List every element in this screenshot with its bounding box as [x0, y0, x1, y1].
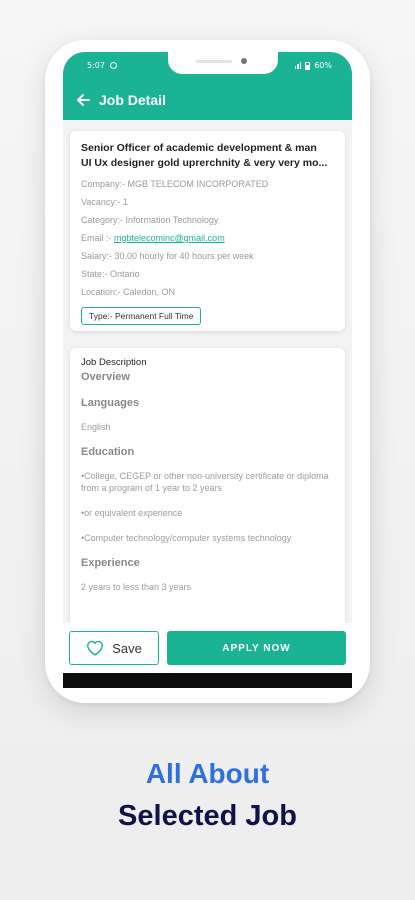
location: Location:- Caledon, ON [81, 287, 176, 297]
job-description-card[interactable]: Job Description Overview Languages Engli… [70, 348, 345, 638]
status-bar: 5:07 60% [63, 52, 352, 80]
company: Company:- MGB TELECOM INCORPORATED [81, 179, 269, 189]
experience-heading: Experience [81, 557, 140, 569]
education-heading: Education [81, 446, 135, 458]
education-item: •or equivalent experience [81, 508, 183, 518]
languages-heading: Languages [81, 397, 140, 409]
caption-line2: Selected Job [118, 800, 297, 832]
education-item: •College, CEGEP or other non-university … [81, 471, 329, 493]
back-button[interactable] [63, 80, 103, 120]
save-button[interactable]: Save [69, 631, 159, 665]
salary: Salary:- 30.00 hourly for 40 hours per w… [81, 251, 254, 261]
heart-icon [87, 640, 104, 656]
job-title-line2: UI Ux designer gold uprerchnity & very v… [81, 157, 328, 169]
state: State:- Ontario [81, 269, 140, 279]
job-title-line1: Senior Officer of academic development &… [81, 142, 317, 154]
category: Category:- Information Technology [81, 215, 219, 225]
job-type-badge: Type:- Permanent Full Time [81, 307, 202, 325]
notification-icon [109, 62, 117, 69]
battery-level: 60% [314, 61, 332, 70]
email-label: Email :- [81, 233, 115, 243]
email-link[interactable]: mgbtelecominc@gmail.com [114, 233, 225, 243]
caption-line1: All About [145, 758, 270, 789]
overview-heading: Overview [81, 371, 130, 383]
battery-icon [305, 61, 311, 70]
vacancy: Vacancy:- 1 [81, 197, 128, 207]
app-screen: 5:07 60% Job Detail Senior Officer of ac… [63, 52, 352, 688]
camera-notch [168, 52, 278, 74]
system-nav-bar [63, 673, 352, 688]
apply-now-button[interactable]: APPLY NOW [167, 631, 346, 665]
experience-value: 2 years to less than 3 years [81, 582, 192, 592]
email-row: Email :- mgbtelecominc@gmail.com [81, 229, 334, 247]
language-value: English [81, 422, 111, 432]
app-bar: Job Detail [63, 80, 352, 120]
page-title: Job Detail [99, 92, 166, 108]
action-bar: Save APPLY NOW [63, 623, 352, 673]
job-summary-card: Senior Officer of academic development &… [70, 131, 345, 331]
save-label: Save [112, 640, 142, 656]
status-time: 5:07 [87, 61, 105, 70]
education-item: •Computer technology/computer systems te… [81, 533, 292, 543]
signal-icon [294, 62, 302, 69]
arrow-back-icon [77, 94, 90, 106]
job-description-heading: Job Description [81, 357, 147, 368]
